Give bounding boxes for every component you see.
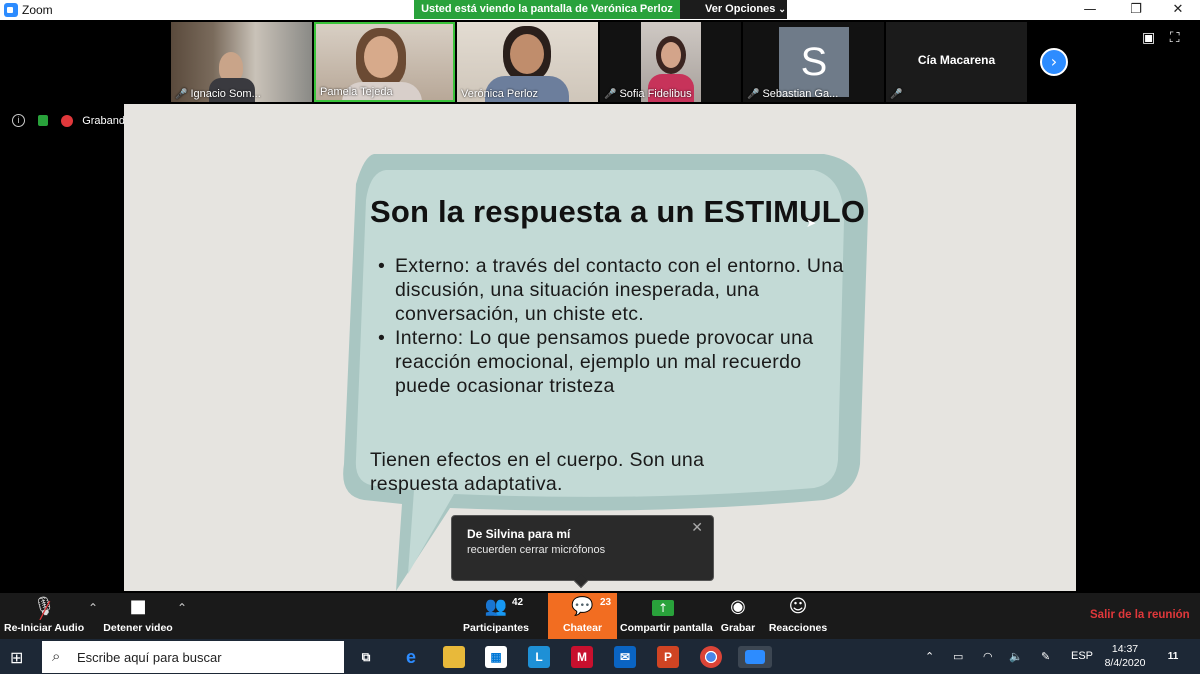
search-placeholder: Escribe aquí para buscar: [77, 650, 222, 665]
participants-count: 42: [512, 597, 524, 608]
participants-button[interactable]: 👥 42 Participantes: [462, 593, 530, 639]
clock-time: 14:37: [1111, 643, 1139, 655]
participant-name: Sofia Fidelibus: [619, 88, 692, 100]
video-camera-icon: ■: [129, 596, 147, 617]
record-icon: ◉: [730, 596, 746, 617]
slide-title: Son la respuesta a un ESTIMULO: [370, 194, 866, 229]
screen-share-banner: Usted está viendo la pantalla de Verónic…: [414, 0, 680, 19]
participant-avatar: [510, 34, 544, 74]
chat-notification[interactable]: De Silvina para mí recuerden cerrar micr…: [451, 515, 714, 589]
zoom-taskbar-icon: [745, 650, 765, 664]
taskbar-search-box[interactable]: ⌕ Escribe aquí para buscar: [42, 641, 344, 673]
notification-count: 11: [1167, 651, 1179, 662]
video-tile-veronica[interactable]: Verónica Perloz: [457, 22, 598, 102]
window-title: Zoom: [22, 3, 53, 17]
chat-button[interactable]: 💬 23 Chatear: [548, 593, 617, 639]
view-options-label: Ver Opciones: [705, 3, 776, 15]
lock-icon[interactable]: [38, 115, 49, 126]
mic-muted-icon: 🎤: [604, 89, 617, 100]
video-tile-sebastian[interactable]: S 🎤 Sebastian Ga...: [743, 22, 884, 102]
recording-icon: [61, 114, 74, 127]
edge-browser-icon[interactable]: e: [400, 646, 422, 668]
mail-icon[interactable]: ✉: [614, 646, 636, 668]
mic-muted-icon: 🎤: [747, 89, 760, 100]
chat-unread-count: 23: [600, 597, 612, 608]
chrome-icon[interactable]: [700, 646, 722, 668]
close-window-button[interactable]: ✕: [1156, 0, 1200, 20]
video-tile-sofia[interactable]: 🎤 Sofia Fidelibus: [600, 22, 741, 102]
participants-button-label: Participantes: [463, 622, 529, 634]
video-tile-ignacio[interactable]: 🎤 Ignacio Som...: [171, 22, 312, 102]
tray-expand-icon[interactable]: ⌃: [925, 650, 934, 663]
mic-off-icon: 🎙 ╱: [32, 596, 56, 620]
close-icon[interactable]: ✕: [691, 520, 703, 536]
zoom-app-icon: [4, 3, 18, 17]
chat-button-label: Chatear: [562, 622, 603, 634]
video-options-caret-icon[interactable]: ⌃: [177, 601, 187, 615]
pen-icon[interactable]: ✎: [1041, 650, 1050, 663]
reactions-button-label: Reacciones: [768, 622, 828, 634]
participant-name: Pamela Tejeda: [320, 86, 393, 98]
windows-taskbar: ⊞ ⌕ Escribe aquí para buscar ⧉ e ▦ L M ✉…: [0, 639, 1200, 674]
info-icon[interactable]: i: [12, 114, 25, 127]
zoom-taskbar-button[interactable]: [738, 646, 772, 668]
leave-meeting-button[interactable]: Salir de la reunión: [1090, 609, 1190, 621]
participant-name: Verónica Perloz: [461, 88, 539, 100]
meeting-controls: 🎙 ╱ Re-Iniciar Audio ⌃ ■ Detener video ⌃ …: [0, 593, 1200, 639]
volume-icon[interactable]: 🔈: [1009, 650, 1023, 663]
chat-sender: De Silvina para mí: [467, 527, 571, 541]
status-row: i Grabando: [12, 114, 131, 130]
task-view-icon[interactable]: ⧉: [355, 646, 377, 668]
participant-name: Cía Macarena: [917, 53, 996, 67]
mouse-cursor-icon: ➤: [806, 216, 817, 230]
minimize-button[interactable]: —: [1068, 0, 1112, 20]
reactions-smiley-icon: ☺: [788, 596, 808, 617]
mic-muted-icon: 🎤: [175, 89, 188, 100]
file-explorer-icon[interactable]: [443, 646, 465, 668]
powerpoint-icon[interactable]: P: [657, 646, 679, 668]
slide-footer-text: Tienen efectos en el cuerpo. Son una res…: [370, 449, 705, 495]
windows-start-icon[interactable]: ⊞: [10, 648, 23, 668]
next-page-arrow-icon[interactable]: ›: [1040, 48, 1068, 76]
slide-bullet: Interno: Lo que pensamos puede provocar …: [378, 326, 848, 398]
language-indicator[interactable]: ESP: [1071, 650, 1093, 662]
fullscreen-icon[interactable]: ⛶: [1170, 30, 1180, 46]
participant-avatar: [364, 36, 398, 78]
participant-avatar: [661, 42, 681, 68]
video-tile-macarena[interactable]: Cía Macarena 🎤: [886, 22, 1027, 102]
video-button-label: Detener video: [103, 622, 173, 634]
chevron-down-icon: ⌄: [778, 4, 786, 14]
audio-options-caret-icon[interactable]: ⌃: [88, 601, 98, 615]
clock-date: 8/4/2020: [1104, 657, 1146, 669]
record-button[interactable]: ◉ Grabar: [714, 593, 762, 639]
view-options-button[interactable]: Ver Opciones ⌄: [680, 0, 787, 19]
battery-icon[interactable]: ▭: [953, 650, 963, 663]
taskbar-clock[interactable]: 14:37 8/4/2020: [1100, 642, 1150, 670]
share-screen-icon: ↑: [652, 600, 674, 616]
notifications-icon[interactable]: 11: [1162, 646, 1184, 668]
mcafee-icon[interactable]: M: [571, 646, 593, 668]
audio-button[interactable]: 🎙 ╱ Re-Iniciar Audio: [4, 593, 84, 639]
participant-avatar: S: [779, 27, 849, 97]
participant-name: Ignacio Som...: [190, 88, 261, 100]
store-icon[interactable]: ▦: [485, 646, 507, 668]
gallery-view-icon[interactable]: ▣: [1142, 30, 1155, 46]
record-button-label: Grabar: [720, 622, 756, 634]
video-button[interactable]: ■ Detener video: [100, 593, 176, 639]
chat-message: recuerden cerrar micrófonos: [467, 544, 606, 556]
video-tile-pamela[interactable]: Pamela Tejeda: [314, 22, 455, 102]
search-icon: ⌕: [52, 647, 61, 665]
restore-button[interactable]: ❐: [1114, 0, 1158, 20]
share-screen-label: Compartir pantalla: [620, 622, 713, 634]
slide-bullet: Externo: a través del contacto con el en…: [378, 254, 848, 326]
reactions-button[interactable]: ☺ Reacciones: [768, 593, 828, 639]
slide-bullet-list: Externo: a través del contacto con el en…: [378, 254, 848, 398]
wifi-icon[interactable]: ◠: [983, 650, 993, 663]
share-screen-button[interactable]: ↑ Compartir pantalla: [620, 593, 713, 639]
mic-muted-icon: 🎤: [890, 89, 903, 100]
participant-name: Sebastian Ga...: [762, 88, 839, 100]
lync-app-icon[interactable]: L: [528, 646, 550, 668]
